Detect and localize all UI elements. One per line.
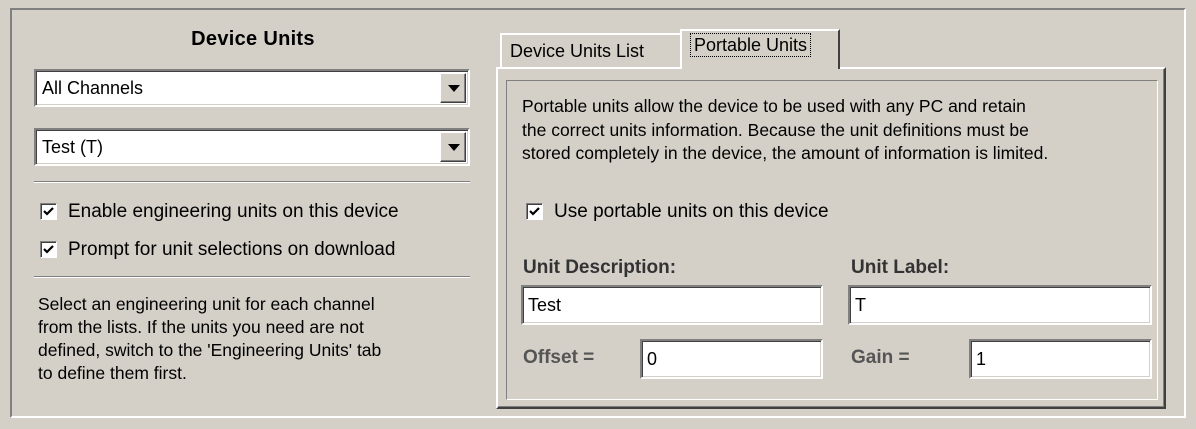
channel-select-value: All Channels <box>42 78 144 98</box>
separator <box>34 181 470 183</box>
separator <box>34 276 470 278</box>
checkmark-icon <box>43 245 54 254</box>
help-line: defined, switch to the 'Engineering Unit… <box>38 340 382 360</box>
use-portable-label: Use portable units on this device <box>554 201 829 222</box>
checkbox-box[interactable] <box>40 241 57 258</box>
tab-label: Portable Units <box>690 33 812 57</box>
use-portable-checkbox[interactable]: Use portable units on this device <box>526 201 926 225</box>
tab-device-units-list[interactable]: Device Units List <box>500 33 682 67</box>
prompt-units-checkbox[interactable]: Prompt for unit selections on download <box>40 239 480 263</box>
offset-value: 0 <box>647 349 658 369</box>
unit-select[interactable]: Test (T) <box>34 128 470 166</box>
gain-input[interactable]: 1 <box>969 339 1152 379</box>
help-line: Select an engineering unit for each chan… <box>38 294 375 314</box>
unit-label-input[interactable]: T <box>848 285 1152 325</box>
checkmark-icon <box>43 207 54 216</box>
device-units-title: Device Units <box>191 28 315 50</box>
enable-units-label: Enable engineering units on this device <box>68 201 399 222</box>
checkbox-box[interactable] <box>526 203 543 220</box>
checkbox-box[interactable] <box>40 203 57 220</box>
unit-label-value: T <box>855 295 866 315</box>
unit-description-value: Test <box>528 295 562 315</box>
channel-select[interactable]: All Channels <box>34 69 470 107</box>
enable-units-checkbox[interactable]: Enable engineering units on this device <box>40 201 480 225</box>
unit-description-input[interactable]: Test <box>521 285 823 325</box>
chevron-down-icon[interactable] <box>440 73 466 103</box>
offset-input[interactable]: 0 <box>640 339 823 379</box>
unit-description-label: Unit Description: <box>523 257 677 278</box>
prompt-units-label: Prompt for unit selections on download <box>68 239 396 260</box>
description-line: Portable units allow the device to be us… <box>522 96 1026 116</box>
gain-label: Gain = <box>851 347 910 368</box>
help-line: from the lists. If the units you need ar… <box>38 317 364 337</box>
description-line: the correct units information. Because t… <box>522 119 1029 140</box>
offset-label: Offset = <box>523 347 595 368</box>
tab-label: Device Units List <box>510 41 645 61</box>
help-line: to define them first. <box>38 363 187 383</box>
gain-value: 1 <box>976 349 987 369</box>
unit-label-label: Unit Label: <box>851 257 950 278</box>
portable-description: Portable units allow the device to be us… <box>522 95 1162 166</box>
device-units-dialog: Device Units All Channels Test (T) Enabl… <box>0 0 1196 429</box>
help-text: Select an engineering unit for each chan… <box>38 293 478 385</box>
chevron-down-icon[interactable] <box>440 132 466 162</box>
description-line: stored completely in the device, the amo… <box>522 143 1049 163</box>
checkmark-icon <box>529 207 540 216</box>
unit-select-value: Test (T) <box>42 137 103 157</box>
tab-portable-units[interactable]: Portable Units <box>680 29 840 69</box>
